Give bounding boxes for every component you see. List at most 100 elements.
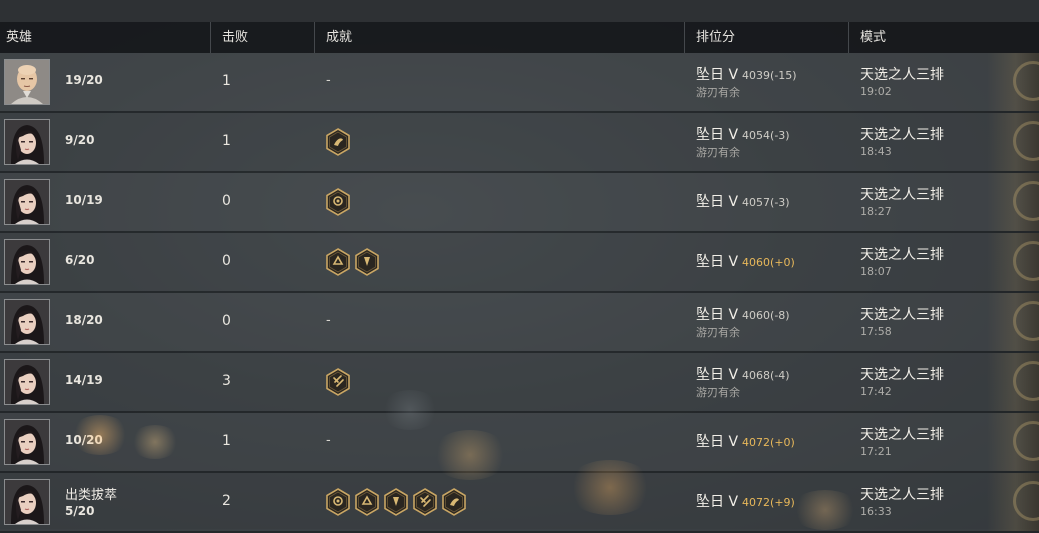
achievement-badge-icon[interactable] [354,248,380,276]
row-edge-decoration [987,53,1039,111]
achievement-badge-icon[interactable] [325,488,351,516]
game-mode: 天选之人三排 [860,187,944,203]
female-hero-avatar[interactable] [4,119,50,165]
header-mode[interactable]: 模式 [860,22,886,53]
match-time: 17:58 [860,325,892,338]
hero-score: 6/20 [65,253,95,267]
row-edge-decoration [987,353,1039,411]
hero-score: 10/19 [65,193,103,207]
header-rank[interactable]: 排位分 [696,22,735,53]
rank-info: 坠日 V 4068(-4) [696,364,790,384]
table-row[interactable]: 18/20 0 - 坠日 V 4060(-8) 游刃有余 天选之人三排 17:58 [0,293,1039,353]
kills-count: 1 [222,133,231,149]
kills-count: 1 [222,73,231,89]
table-row[interactable]: 14/19 3 坠日 V 4068(-4) 游刃有余 天选之人三排 17:42 [0,353,1039,413]
achievement-list [325,368,351,396]
rank-tier: 坠日 V [696,254,739,270]
achievement-badge-icon[interactable] [383,488,409,516]
rank-score: 4072(+0) [742,436,795,449]
row-edge-decoration [987,413,1039,471]
header-separator [684,22,685,53]
female-hero-avatar[interactable] [4,239,50,285]
header-kills[interactable]: 击败 [222,22,248,53]
achievement-badge-icon[interactable] [325,128,351,156]
female-hero-avatar[interactable] [4,479,50,525]
female-hero-avatar[interactable] [4,299,50,345]
achievement-list [325,248,380,276]
achievement-badge-icon[interactable] [325,248,351,276]
hero-score: 5/20 [65,504,95,518]
ring-ornament-icon [1013,421,1039,461]
female-hero-avatar[interactable] [4,179,50,225]
female-hero-avatar[interactable] [4,419,50,465]
match-time: 18:43 [860,145,892,158]
header-achievements[interactable]: 成就 [326,22,352,53]
match-time: 16:33 [860,505,892,518]
rank-tier: 坠日 V [696,67,739,83]
achievement-badge-icon[interactable] [325,188,351,216]
row-edge-decoration [987,293,1039,351]
table-row[interactable]: 出类拔萃 5/20 2 坠日 V 4072(+9) 天选之人三排 16:33 [0,473,1039,533]
header-separator [210,22,211,53]
rank-tier: 坠日 V [696,434,739,450]
rank-info: 坠日 V 4039(-15) [696,64,797,84]
hero-score: 19/20 [65,73,103,87]
rank-score: 4039(-15) [742,69,797,82]
game-mode: 天选之人三排 [860,127,944,143]
game-mode: 天选之人三排 [860,307,944,323]
table-row[interactable]: 19/20 1 - 坠日 V 4039(-15) 游刃有余 天选之人三排 19:0… [0,53,1039,113]
kills-count: 0 [222,253,231,269]
achievement-badge-icon[interactable] [354,488,380,516]
achievement-badge-icon[interactable] [441,488,467,516]
kills-count: 0 [222,193,231,209]
rank-score: 4054(-3) [742,129,790,142]
rank-subtext: 游刃有余 [696,86,740,99]
match-time: 18:07 [860,265,892,278]
ring-ornament-icon [1013,481,1039,521]
match-time: 19:02 [860,85,892,98]
female-hero-avatar[interactable] [4,359,50,405]
rank-score: 4072(+9) [742,496,795,509]
achievement-empty: - [326,313,331,328]
rank-tier: 坠日 V [696,194,739,210]
rank-tier: 坠日 V [696,367,739,383]
match-time: 18:27 [860,205,892,218]
achievement-badge-icon[interactable] [325,368,351,396]
rank-score: 4068(-4) [742,369,790,382]
kills-count: 3 [222,373,231,389]
rank-info: 坠日 V 4060(+0) [696,251,795,271]
achievement-empty: - [326,433,331,448]
bald-hero-avatar[interactable] [4,59,50,105]
rank-info: 坠日 V 4060(-8) [696,304,790,324]
rank-info: 坠日 V 4072(+0) [696,431,795,451]
rank-info: 坠日 V 4057(-3) [696,191,790,211]
kills-count: 0 [222,313,231,329]
header-hero[interactable]: 英雄 [6,22,32,53]
achievement-badge-icon[interactable] [412,488,438,516]
ring-ornament-icon [1013,181,1039,221]
table-row[interactable]: 9/20 1 坠日 V 4054(-3) 游刃有余 天选之人三排 18:43 [0,113,1039,173]
top-band [0,0,1039,22]
ring-ornament-icon [1013,121,1039,161]
header-separator [848,22,849,53]
game-mode: 天选之人三排 [860,247,944,263]
rank-subtext: 游刃有余 [696,386,740,399]
table-row[interactable]: 10/20 1 - 坠日 V 4072(+0) 天选之人三排 17:21 [0,413,1039,473]
achievement-list [325,128,351,156]
rank-tier: 坠日 V [696,494,739,510]
game-mode: 天选之人三排 [860,67,944,83]
rank-subtext: 游刃有余 [696,146,740,159]
match-time: 17:21 [860,445,892,458]
row-edge-decoration [987,113,1039,171]
table-row[interactable]: 10/19 0 坠日 V 4057(-3) 天选之人三排 18:27 [0,173,1039,233]
row-edge-decoration [987,173,1039,231]
row-edge-decoration [987,473,1039,531]
hero-score: 9/20 [65,133,95,147]
table-header: 英雄 击败 成就 排位分 模式 [0,22,1039,53]
rank-score: 4060(-8) [742,309,790,322]
hero-score: 18/20 [65,313,103,327]
achievement-empty: - [326,73,331,88]
table-row[interactable]: 6/20 0 坠日 V 4060(+0) 天选之人三排 18:07 [0,233,1039,293]
hero-title: 出类拔萃 [65,488,118,503]
rank-score: 4060(+0) [742,256,795,269]
